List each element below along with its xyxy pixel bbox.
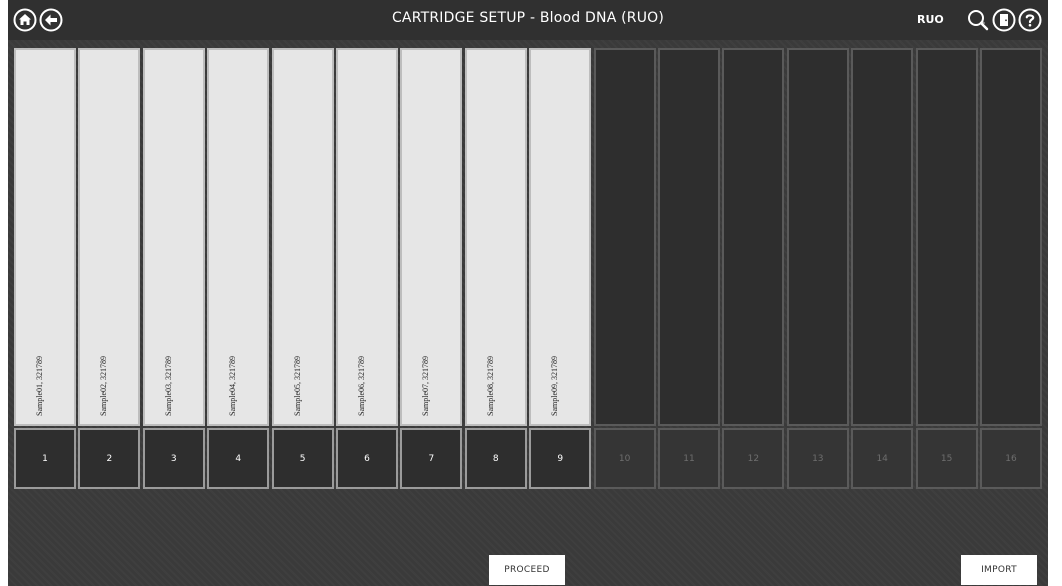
cartridge-slot: Sample08, 321789 8 xyxy=(464,48,527,491)
sample-tube[interactable]: Sample05, 321789 xyxy=(271,48,334,426)
help-icon xyxy=(1018,8,1042,32)
cartridge-slot: Sample01, 321789 1 xyxy=(14,48,76,491)
cartridge-slot: Sample03, 321789 3 xyxy=(142,48,205,491)
slot-number-button[interactable]: 12 xyxy=(722,428,785,489)
cartridge-slot: Sample05, 321789 5 xyxy=(271,48,334,491)
slot-number-button[interactable]: 14 xyxy=(851,428,914,489)
cartridge-slots: Sample01, 321789 1 Sample02, 321789 2 Sample… xyxy=(8,48,1048,491)
slot-number-button[interactable]: 4 xyxy=(207,428,270,489)
slot-number-button[interactable]: 1 xyxy=(14,428,76,489)
cartridge-slot: 13 xyxy=(786,48,849,491)
cartridge-setup-screen: CARTRIDGE SETUP - Blood DNA (RUO) RUO Sa… xyxy=(8,0,1048,586)
empty-tube[interactable] xyxy=(915,48,978,426)
slot-number-button[interactable]: 11 xyxy=(658,428,720,489)
sample-label xyxy=(679,350,699,416)
sample-tube[interactable]: Sample06, 321789 xyxy=(336,48,398,426)
cartridge-slot: Sample04, 321789 4 xyxy=(207,48,270,491)
sample-label: Sample05, 321789 xyxy=(292,356,302,416)
cartridge-slot: 10 xyxy=(593,48,656,491)
slot-number-button[interactable]: 3 xyxy=(142,428,205,489)
empty-tube[interactable] xyxy=(980,48,1042,426)
sample-tube[interactable]: Sample04, 321789 xyxy=(207,48,270,426)
sample-tube[interactable]: Sample02, 321789 xyxy=(78,48,141,426)
help-button[interactable] xyxy=(1018,8,1042,32)
slot-number-button[interactable]: 9 xyxy=(529,428,592,489)
sample-label xyxy=(743,350,763,416)
sample-label xyxy=(872,350,892,416)
sample-label xyxy=(937,350,957,416)
sample-label: Sample02, 321789 xyxy=(99,356,109,416)
sample-label: Sample01, 321789 xyxy=(35,356,44,416)
cartridge-slot: Sample06, 321789 6 xyxy=(336,48,398,491)
slot-number-button[interactable]: 5 xyxy=(271,428,334,489)
empty-tube[interactable] xyxy=(593,48,656,426)
sample-label: Sample04, 321789 xyxy=(228,356,238,416)
search-button[interactable] xyxy=(966,8,990,32)
empty-tube[interactable] xyxy=(786,48,849,426)
sample-tube[interactable]: Sample01, 321789 xyxy=(14,48,76,426)
empty-tube[interactable] xyxy=(722,48,785,426)
sample-label: Sample03, 321789 xyxy=(163,356,173,416)
slot-number-button[interactable]: 13 xyxy=(786,428,849,489)
sample-tube[interactable]: Sample09, 321789 xyxy=(529,48,592,426)
cartridge-slot: Sample09, 321789 9 xyxy=(529,48,592,491)
page-title: CARTRIDGE SETUP - Blood DNA (RUO) xyxy=(391,10,665,26)
search-icon xyxy=(968,10,989,31)
sample-label xyxy=(808,350,828,416)
proceed-button[interactable]: PROCEED xyxy=(489,555,565,585)
header-bar: CARTRIDGE SETUP - Blood DNA (RUO) RUO xyxy=(8,0,1048,40)
ruo-badge: RUO xyxy=(917,13,944,26)
empty-tube[interactable] xyxy=(851,48,914,426)
slot-number-button[interactable]: 2 xyxy=(78,428,141,489)
slot-number-button[interactable]: 7 xyxy=(400,428,463,489)
slot-number-button[interactable]: 15 xyxy=(915,428,978,489)
sample-tube[interactable]: Sample07, 321789 xyxy=(400,48,463,426)
cartridge-slot: 16 xyxy=(980,48,1042,491)
sample-label: Sample06, 321789 xyxy=(357,356,366,416)
exit-icon xyxy=(992,8,1016,32)
empty-tube[interactable] xyxy=(658,48,720,426)
sample-tube[interactable]: Sample03, 321789 xyxy=(142,48,205,426)
sample-tube[interactable]: Sample08, 321789 xyxy=(464,48,527,426)
sample-label: Sample08, 321789 xyxy=(485,356,495,416)
cartridge-slot: Sample07, 321789 7 xyxy=(400,48,463,491)
slot-number-button[interactable]: 16 xyxy=(980,428,1042,489)
sample-label xyxy=(1001,350,1021,416)
exit-button[interactable] xyxy=(992,8,1016,32)
cartridge-slot: 15 xyxy=(915,48,978,491)
cartridge-slot: 14 xyxy=(851,48,914,491)
sample-label xyxy=(615,350,635,416)
cartridge-slot: Sample02, 321789 2 xyxy=(78,48,141,491)
slot-number-button[interactable]: 8 xyxy=(464,428,527,489)
sample-label: Sample07, 321789 xyxy=(421,356,431,416)
slot-number-button[interactable]: 10 xyxy=(593,428,656,489)
cartridge-slot: 12 xyxy=(722,48,785,491)
slot-number-button[interactable]: 6 xyxy=(336,428,398,489)
sample-label: Sample09, 321789 xyxy=(550,356,560,416)
import-button[interactable]: IMPORT xyxy=(961,555,1037,585)
cartridge-slot: 11 xyxy=(658,48,720,491)
